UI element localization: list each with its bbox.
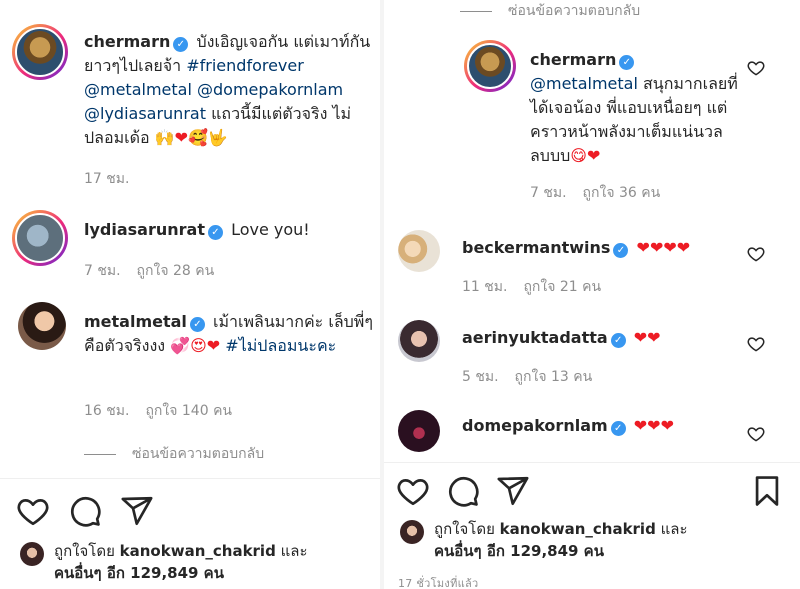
username-chermarn[interactable]: chermarn — [530, 50, 616, 69]
verified-badge-icon: ✓ — [613, 243, 629, 258]
emoji-group: 😋❤ — [570, 146, 601, 165]
comment-bubble-icon[interactable] — [446, 474, 480, 508]
liked-by-summary[interactable]: ถูกใจโดย kanokwan_chakrid และ คนอื่นๆ อี… — [434, 518, 794, 562]
bookmark-icon[interactable] — [750, 474, 784, 508]
comment-beckermantwins: beckermantwins ✓ ❤❤❤❤ — [462, 236, 752, 260]
verified-badge-icon: ✓ — [173, 37, 189, 52]
hashtag-link[interactable]: #ไม่ปลอมนะคะ — [225, 336, 336, 355]
liked-by-others[interactable]: คนอื่นๆ อีก 129,849 คน — [434, 542, 604, 560]
avatar-kanokwan[interactable] — [20, 542, 44, 566]
emoji-group: ❤❤ — [633, 328, 661, 347]
username-chermarn[interactable]: chermarn — [84, 32, 170, 51]
mention-link[interactable]: @domepakornlam — [197, 80, 343, 99]
avatar-domepakornlam[interactable] — [398, 410, 440, 452]
paper-plane-icon[interactable] — [120, 494, 154, 528]
comment-likes[interactable]: ถูกใจ 28 คน — [137, 263, 215, 279]
comment-aerinyuktadatta: aerinyuktadatta ✓ ❤❤ — [462, 326, 752, 350]
heart-outline-icon[interactable] — [746, 244, 766, 264]
left-comments-panel: chermarn ✓ บังเอิญเจอกัน แต่เมาท์กันยาวๆไ… — [0, 0, 380, 589]
username-domepakornlam[interactable]: domepakornlam — [462, 416, 608, 435]
mention-link[interactable]: @metalmetal — [530, 74, 638, 93]
liked-by-others[interactable]: คนอื่นๆ อีก 129,849 คน — [54, 564, 224, 582]
avatar-kanokwan[interactable] — [400, 520, 424, 544]
liked-by-user[interactable]: kanokwan_chakrid — [120, 542, 276, 560]
comment-meta: 5 ชม. ถูกใจ 13 คน — [462, 366, 608, 388]
post-timestamp: 17 ชั่วโมงที่แล้ว — [398, 577, 479, 589]
mention-link[interactable]: @lydiasarunrat — [84, 104, 206, 123]
hide-replies-line — [84, 453, 116, 455]
emoji-group: ❤❤❤❤ — [636, 238, 691, 257]
comment-likes[interactable]: ถูกใจ 36 คน — [583, 185, 661, 201]
username-beckermantwins[interactable]: beckermantwins — [462, 238, 610, 257]
emoji-group: ❤❤❤ — [633, 416, 674, 435]
comment-meta: 17 ชม. — [84, 168, 145, 190]
username-metalmetal[interactable]: metalmetal — [84, 312, 187, 331]
comment-likes[interactable]: ถูกใจ 140 คน — [145, 403, 232, 419]
comment-time: 11 ชม. — [462, 279, 508, 295]
liked-by-summary[interactable]: ถูกใจโดย kanokwan_chakrid และ คนอื่นๆ อี… — [54, 540, 374, 584]
avatar-lydiasarunrat[interactable] — [12, 210, 68, 266]
comment-time: 16 ชม. — [84, 403, 130, 419]
comment-likes[interactable]: ถูกใจ 13 คน — [515, 369, 593, 385]
hide-replies-line — [460, 10, 492, 12]
liked-by-user[interactable]: kanokwan_chakrid — [500, 520, 656, 538]
avatar-chermarn[interactable] — [464, 40, 516, 92]
right-comments-panel: ซ่อนข้อความตอบกลับ chermarn ✓ @metalmetal… — [384, 0, 800, 589]
hashtag-link[interactable]: #friendforever — [186, 56, 304, 75]
verified-badge-icon: ✓ — [189, 317, 205, 332]
comment-meta: 16 ชม. ถูกใจ 140 คน — [84, 400, 248, 422]
comment-likes[interactable]: ถูกใจ 21 คน — [523, 279, 601, 295]
divider — [384, 462, 800, 463]
heart-outline-icon[interactable] — [746, 334, 766, 354]
comment-meta: 11 ชม. ถูกใจ 21 คน — [462, 276, 617, 298]
comment-time: 17 ชม. — [84, 171, 130, 187]
comment-time: 7 ชม. — [84, 263, 121, 279]
heart-outline-icon[interactable] — [16, 494, 50, 528]
paper-plane-icon[interactable] — [496, 474, 530, 508]
avatar-chermarn[interactable] — [12, 24, 68, 80]
verified-badge-icon: ✓ — [610, 421, 626, 436]
comment-meta: 7 ชม. ถูกใจ 28 คน — [84, 260, 230, 282]
comment-time: 7 ชม. — [530, 185, 567, 201]
comment-bubble-icon[interactable] — [68, 494, 102, 528]
username-lydiasarunrat[interactable]: lydiasarunrat — [84, 220, 205, 239]
heart-outline-icon[interactable] — [396, 474, 430, 508]
emoji-group: 🙌❤🥰🤟 — [154, 128, 228, 147]
avatar-beckermantwins[interactable] — [398, 230, 440, 272]
hide-replies-button[interactable]: ซ่อนข้อความตอบกลับ — [460, 0, 640, 22]
comment-chermarn: chermarn ✓ บังเอิญเจอกัน แต่เมาท์กันยาวๆไ… — [84, 32, 371, 147]
mention-link[interactable]: @metalmetal — [84, 80, 192, 99]
heart-outline-icon[interactable] — [746, 424, 766, 444]
comment-time: 5 ชม. — [462, 369, 499, 385]
comment-meta: 7 ชม. ถูกใจ 36 คน — [530, 182, 676, 204]
divider — [0, 478, 380, 479]
avatar-aerinyuktadatta[interactable] — [398, 320, 440, 362]
reply-chermarn: chermarn ✓ @metalmetal สนุกมากเลยที่ได้เจ… — [530, 50, 738, 165]
username-aerinyuktadatta[interactable]: aerinyuktadatta — [462, 328, 608, 347]
emoji-group: 💞😍❤ — [170, 336, 221, 355]
heart-outline-icon[interactable] — [746, 58, 766, 78]
avatar-metalmetal[interactable] — [18, 302, 66, 350]
comment-domepakornlam: domepakornlam ✓ ❤❤❤ — [462, 414, 752, 438]
comment-metalmetal: metalmetal ✓ เม้าเพลินมากค่ะ เล็บพี่ๆคือต… — [84, 312, 373, 355]
verified-badge-icon: ✓ — [619, 55, 635, 70]
verified-badge-icon: ✓ — [610, 333, 626, 348]
comment-lydiasarunrat: lydiasarunrat ✓ Love you! — [84, 220, 310, 240]
verified-badge-icon: ✓ — [207, 225, 223, 240]
hide-replies-button[interactable]: ซ่อนข้อความตอบกลับ — [84, 443, 264, 465]
